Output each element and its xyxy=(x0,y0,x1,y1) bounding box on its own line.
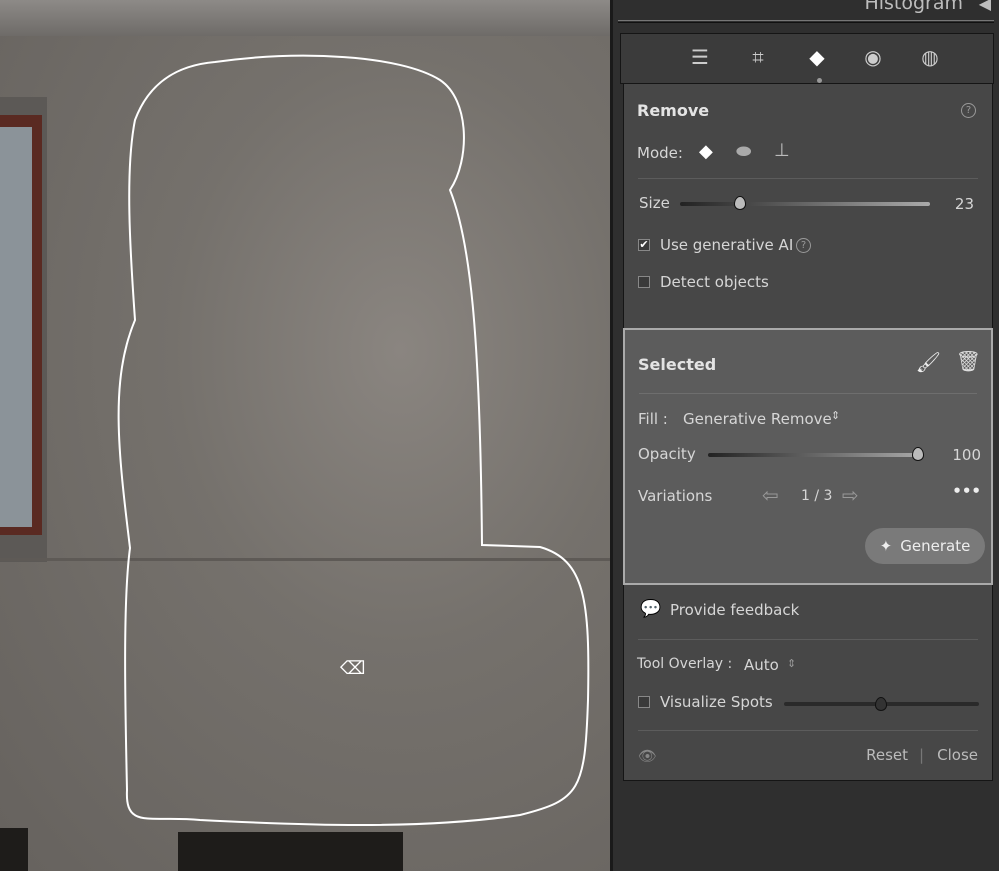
close-button[interactable]: Close xyxy=(937,746,978,764)
size-slider-thumb[interactable] xyxy=(734,196,746,210)
use-generative-ai-checkbox[interactable]: ✔ xyxy=(638,239,650,251)
masking-icon[interactable]: ◍ xyxy=(915,42,945,72)
dropdown-arrows-icon[interactable]: ⇕ xyxy=(831,409,840,422)
dropdown-arrows-icon[interactable]: ⇕ xyxy=(787,657,796,670)
trash-icon[interactable]: 🗑 xyxy=(956,349,981,373)
remove-mode-icon[interactable]: ◆ xyxy=(699,141,713,162)
opacity-label: Opacity xyxy=(638,445,696,463)
selected-title: Selected xyxy=(638,355,717,374)
arrow-left-icon[interactable]: ⇦ xyxy=(762,483,779,507)
crop-icon[interactable]: ⌗ xyxy=(743,42,773,72)
clone-mode-icon[interactable]: ⊥ xyxy=(774,140,790,161)
variations-label: Variations xyxy=(638,487,713,505)
active-tool-indicator xyxy=(817,78,822,83)
right-panel: Histogram ◀ ☰ ⌗ ◆ ◉ ◍ Remove ? Mode: ◆ ⬬… xyxy=(613,0,999,871)
opacity-value[interactable]: 100 xyxy=(952,446,981,464)
detect-objects-checkbox[interactable] xyxy=(638,276,650,288)
footer-separator: | xyxy=(918,746,924,764)
edit-sliders-icon[interactable]: ☰ xyxy=(685,42,715,72)
histogram-title[interactable]: Histogram xyxy=(864,0,963,14)
size-label: Size xyxy=(639,194,670,212)
remove-eraser-icon[interactable]: ◆ xyxy=(802,42,832,72)
size-slider[interactable] xyxy=(680,202,930,206)
red-eye-icon[interactable]: ◉ xyxy=(858,42,888,72)
provide-feedback-link[interactable]: Provide feedback xyxy=(670,601,799,619)
help-icon[interactable]: ? xyxy=(961,103,976,118)
variations-value: 1 / 3 xyxy=(801,488,833,504)
generate-sparkle-icon: ✦ xyxy=(879,537,893,555)
tool-overlay-select[interactable]: Auto xyxy=(744,656,779,674)
opacity-slider-thumb[interactable] xyxy=(912,447,924,461)
generate-button[interactable]: ✦ Generate xyxy=(865,528,985,564)
feedback-icon[interactable]: 💬 xyxy=(640,599,661,619)
arrow-right-icon[interactable]: ⇨ xyxy=(842,483,859,507)
visualize-spots-checkbox[interactable] xyxy=(638,696,650,708)
mode-label: Mode: xyxy=(637,144,683,162)
heal-mode-icon[interactable]: ⬬ xyxy=(736,141,751,162)
tool-overlay-label: Tool Overlay : xyxy=(637,656,733,672)
eye-icon[interactable]: 👁 xyxy=(638,747,657,765)
size-value[interactable]: 23 xyxy=(955,195,974,213)
detect-objects-label[interactable]: Detect objects xyxy=(660,273,769,291)
triangle-left-icon[interactable]: ◀ xyxy=(979,0,991,13)
visualize-spots-thumb[interactable] xyxy=(875,697,887,711)
generate-label: Generate xyxy=(900,537,971,555)
fill-select[interactable]: Generative Remove xyxy=(683,410,832,428)
use-generative-ai-label[interactable]: Use generative AI xyxy=(660,236,793,254)
divider xyxy=(618,20,994,23)
brush-icon[interactable]: 🖌 xyxy=(916,350,941,374)
remove-section: Remove ? Mode: ◆ ⬬ ⊥ Size 23 ✔ Use gener… xyxy=(623,84,993,328)
reset-button[interactable]: Reset xyxy=(866,746,908,764)
fill-label: Fill : xyxy=(638,410,668,428)
eraser-cursor-icon: ⌫ xyxy=(340,658,366,679)
more-options-icon[interactable]: ••• xyxy=(952,482,981,500)
tool-strip: ☰ ⌗ ◆ ◉ ◍ xyxy=(620,33,994,84)
selection-outline[interactable] xyxy=(0,0,610,871)
selected-section: Selected 🖌 🗑 Fill : Generative Remove ⇕ … xyxy=(623,328,993,585)
photo-canvas[interactable]: ⌫ xyxy=(0,0,610,871)
help-icon[interactable]: ? xyxy=(796,238,811,253)
remove-title: Remove xyxy=(637,101,710,120)
opacity-slider[interactable] xyxy=(708,453,923,457)
visualize-spots-label[interactable]: Visualize Spots xyxy=(660,693,773,711)
bottom-section: 💬 Provide feedback Tool Overlay : Auto ⇕… xyxy=(623,585,993,781)
